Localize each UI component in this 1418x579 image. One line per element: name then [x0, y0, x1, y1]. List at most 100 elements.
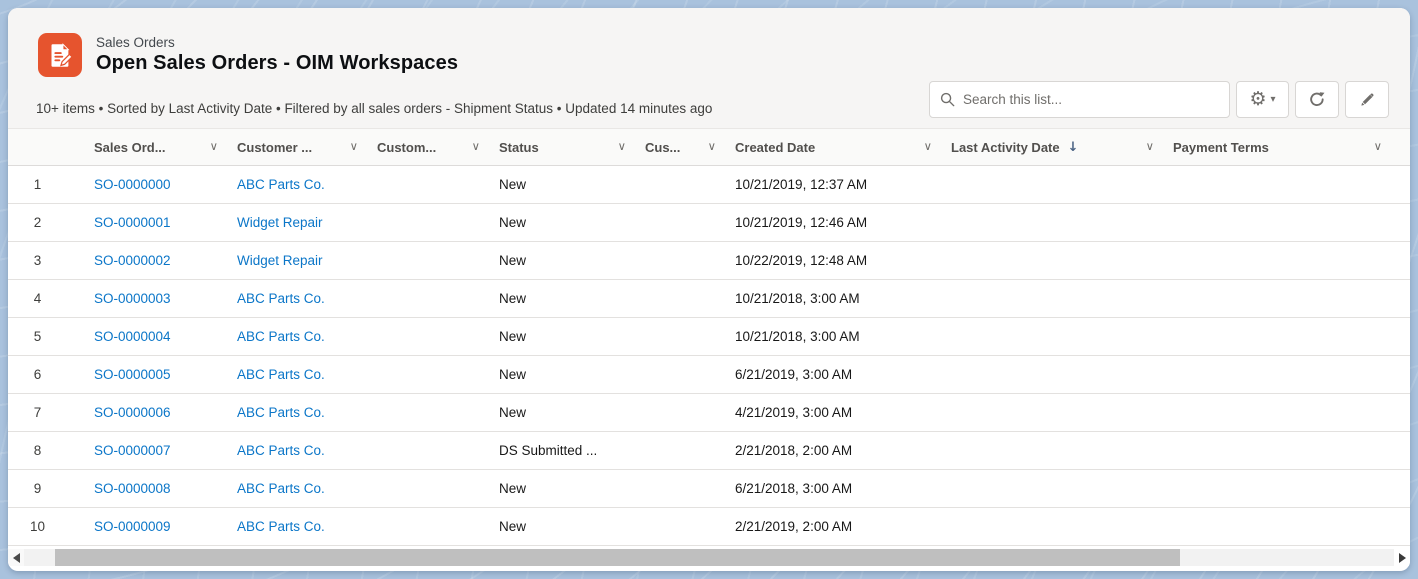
- row-number: 5: [8, 318, 85, 356]
- sales-order-cell: SO-0000002: [85, 242, 228, 280]
- sales-order-link[interactable]: SO-0000006: [94, 405, 171, 420]
- sales-order-link[interactable]: SO-0000007: [94, 443, 171, 458]
- created-date-cell: 4/21/2019, 3:00 AM: [726, 394, 942, 432]
- sales-order-link[interactable]: SO-0000009: [94, 519, 171, 534]
- row-number: 4: [8, 280, 85, 318]
- column-header-custom[interactable]: Custom...∨: [368, 129, 490, 166]
- row-number-column-header: [8, 129, 85, 166]
- list-view-summary: 10+ items • Sorted by Last Activity Date…: [36, 101, 712, 116]
- chevron-down-icon[interactable]: ∨: [472, 141, 480, 153]
- status-cell: DS Submitted ...: [490, 432, 636, 470]
- horizontal-scrollbar[interactable]: [8, 549, 1410, 566]
- chevron-down-icon[interactable]: ∨: [618, 141, 626, 153]
- chevron-down-icon[interactable]: ∨: [210, 141, 218, 153]
- row-number: 2: [8, 204, 85, 242]
- chevron-down-icon[interactable]: ∨: [1374, 141, 1382, 153]
- customer-cell: ABC Parts Co.: [228, 432, 368, 470]
- document-pencil-icon: [47, 42, 74, 69]
- sales-order-cell: SO-0000003: [85, 280, 228, 318]
- column-header-payment-terms[interactable]: Payment Terms∨: [1164, 129, 1392, 166]
- column-header-last-activity-date[interactable]: Last Activity Date↓∨: [942, 129, 1164, 166]
- status-cell: New: [490, 508, 636, 546]
- sales-order-cell: SO-0000000: [85, 166, 228, 204]
- status-cell: New: [490, 318, 636, 356]
- list-view-controls: ⚙ ▾: [929, 81, 1389, 118]
- customer-link[interactable]: ABC Parts Co.: [237, 443, 325, 458]
- column-header-cus[interactable]: Cus...∨: [636, 129, 726, 166]
- row-number: 8: [8, 432, 85, 470]
- table-row: 4 SO-0000003 ABC Parts Co. New 10/21/201…: [8, 280, 1410, 318]
- created-date-cell: 2/21/2019, 2:00 AM: [726, 508, 942, 546]
- row-number: 7: [8, 394, 85, 432]
- column-header-created-date[interactable]: Created Date∨: [726, 129, 942, 166]
- row-number: 10: [8, 508, 85, 546]
- created-date-cell: 6/21/2019, 3:00 AM: [726, 356, 942, 394]
- list-view-window: Sales Orders Open Sales Orders - OIM Wor…: [8, 8, 1410, 571]
- created-date-cell: 2/21/2018, 2:00 AM: [726, 432, 942, 470]
- customer-link[interactable]: ABC Parts Co.: [237, 177, 325, 192]
- table-row: 3 SO-0000002 Widget Repair New 10/22/201…: [8, 242, 1410, 280]
- sales-order-link[interactable]: SO-0000004: [94, 329, 171, 344]
- sales-order-cell: SO-0000006: [85, 394, 228, 432]
- edit-button[interactable]: [1345, 81, 1389, 118]
- created-date-cell: 10/21/2018, 3:00 AM: [726, 280, 942, 318]
- created-date-cell: 10/21/2019, 12:46 AM: [726, 204, 942, 242]
- row-number: 9: [8, 470, 85, 508]
- status-cell: New: [490, 470, 636, 508]
- list-view-table: Sales Ord...∨ Customer ...∨ Custom...∨ S…: [8, 128, 1410, 546]
- column-header-status[interactable]: Status∨: [490, 129, 636, 166]
- row-number: 3: [8, 242, 85, 280]
- search-box[interactable]: [929, 81, 1230, 118]
- created-date-cell: 10/21/2019, 12:37 AM: [726, 166, 942, 204]
- page-title: Open Sales Orders - OIM Workspaces: [96, 52, 458, 75]
- sales-orders-object-icon: [38, 33, 82, 77]
- sales-order-cell: SO-0000009: [85, 508, 228, 546]
- customer-link[interactable]: ABC Parts Co.: [237, 405, 325, 420]
- customer-cell: ABC Parts Co.: [228, 394, 368, 432]
- chevron-down-icon[interactable]: ∨: [708, 141, 716, 153]
- customer-cell: ABC Parts Co.: [228, 508, 368, 546]
- customer-link[interactable]: ABC Parts Co.: [237, 291, 325, 306]
- scrollbar-thumb[interactable]: [55, 549, 1180, 566]
- table-row: 10 SO-0000009 ABC Parts Co. New 2/21/201…: [8, 508, 1410, 546]
- customer-link[interactable]: Widget Repair: [237, 215, 323, 230]
- created-date-cell: 10/22/2019, 12:48 AM: [726, 242, 942, 280]
- customer-link[interactable]: ABC Parts Co.: [237, 367, 325, 382]
- table-row: 8 SO-0000007 ABC Parts Co. DS Submitted …: [8, 432, 1410, 470]
- sales-order-link[interactable]: SO-0000005: [94, 367, 171, 382]
- sort-descending-icon: ↓: [1068, 141, 1079, 154]
- chevron-down-icon[interactable]: ∨: [924, 141, 932, 153]
- customer-cell: ABC Parts Co.: [228, 166, 368, 204]
- scroll-right-arrow[interactable]: [1394, 549, 1410, 566]
- customer-link[interactable]: ABC Parts Co.: [237, 481, 325, 496]
- sales-order-link[interactable]: SO-0000000: [94, 177, 171, 192]
- table-row: 7 SO-0000006 ABC Parts Co. New 4/21/2019…: [8, 394, 1410, 432]
- search-input[interactable]: [963, 92, 1219, 107]
- customer-link[interactable]: ABC Parts Co.: [237, 329, 325, 344]
- created-date-cell: 6/21/2018, 3:00 AM: [726, 470, 942, 508]
- status-cell: New: [490, 356, 636, 394]
- chevron-down-icon[interactable]: ∨: [350, 141, 358, 153]
- column-header-customer[interactable]: Customer ...∨: [228, 129, 368, 166]
- search-icon: [940, 92, 955, 107]
- sales-order-link[interactable]: SO-0000003: [94, 291, 171, 306]
- chevron-down-icon[interactable]: ∨: [1146, 141, 1154, 153]
- sales-order-link[interactable]: SO-0000002: [94, 253, 171, 268]
- customer-cell: ABC Parts Co.: [228, 318, 368, 356]
- scroll-left-arrow[interactable]: [8, 549, 24, 566]
- created-date-cell: 10/21/2018, 3:00 AM: [726, 318, 942, 356]
- column-header-clipped[interactable]: P: [1392, 129, 1410, 166]
- sales-order-link[interactable]: SO-0000008: [94, 481, 171, 496]
- sales-order-link[interactable]: SO-0000001: [94, 215, 171, 230]
- customer-cell: Widget Repair: [228, 242, 368, 280]
- sales-order-cell: SO-0000008: [85, 470, 228, 508]
- customer-link[interactable]: ABC Parts Co.: [237, 519, 325, 534]
- refresh-button[interactable]: [1295, 81, 1339, 118]
- list-settings-button[interactable]: ⚙ ▾: [1236, 81, 1289, 118]
- table-row: 1 SO-0000000 ABC Parts Co. New 10/21/201…: [8, 166, 1410, 204]
- column-header-sales-order[interactable]: Sales Ord...∨: [85, 129, 228, 166]
- customer-link[interactable]: Widget Repair: [237, 253, 323, 268]
- table-row: 5 SO-0000004 ABC Parts Co. New 10/21/201…: [8, 318, 1410, 356]
- sales-order-cell: SO-0000004: [85, 318, 228, 356]
- triangle-right-icon: [1399, 553, 1406, 563]
